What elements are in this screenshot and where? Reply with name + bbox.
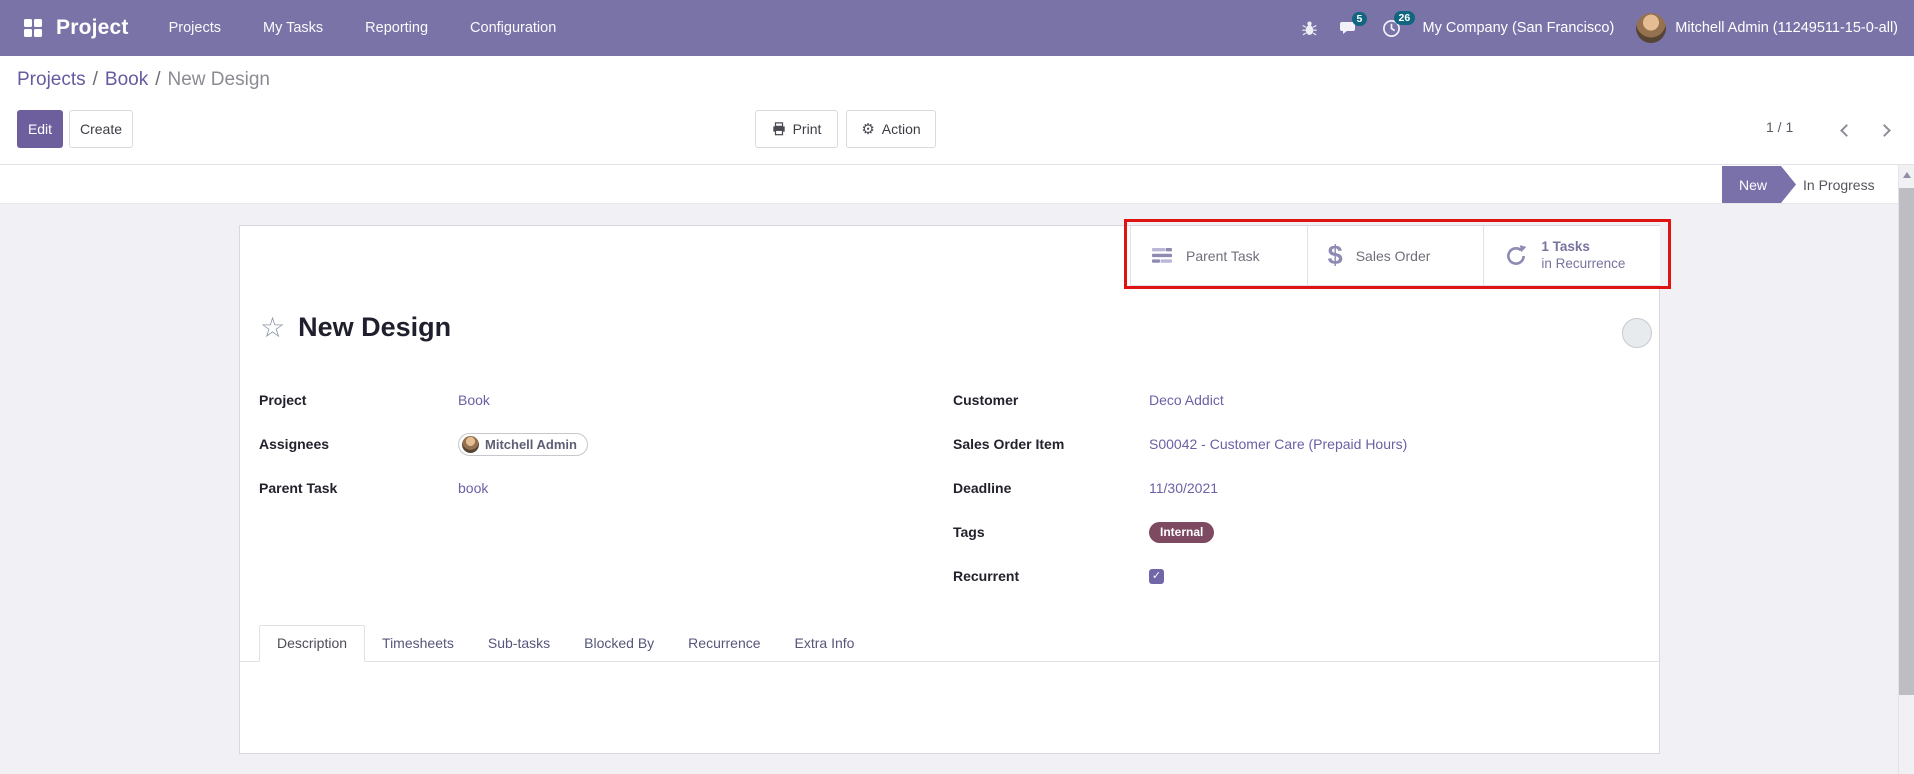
favorite-star-icon[interactable]: ☆	[260, 313, 285, 342]
tab-content-empty	[240, 662, 1659, 752]
app-brand[interactable]: Project	[56, 16, 129, 40]
field-recurrent: Recurrent ✓	[953, 554, 1643, 598]
edit-button[interactable]: Edit	[17, 110, 63, 148]
vertical-scrollbar[interactable]	[1898, 165, 1914, 774]
printer-icon	[772, 122, 786, 136]
pager-next-button[interactable]	[1872, 118, 1896, 142]
apps-grid-icon[interactable]	[24, 19, 42, 37]
breadcrumb-link-projects[interactable]: Projects	[17, 69, 86, 90]
field-assignees: Assignees Mitchell Admin	[259, 422, 909, 466]
messages-badge: 5	[1351, 11, 1368, 26]
scroll-up-icon	[1903, 172, 1911, 178]
user-menu[interactable]: Mitchell Admin (11249511-15-0-all)	[1636, 13, 1898, 43]
tab-extra-info[interactable]: Extra Info	[778, 626, 872, 661]
print-button[interactable]: Print	[755, 110, 838, 148]
chevron-left-icon	[1839, 123, 1853, 137]
messages-icon[interactable]: 5	[1339, 11, 1368, 37]
form-sheet: Parent Task $ Sales Order 1 Tasks in Rec…	[239, 225, 1660, 754]
tag-internal: Internal	[1149, 521, 1215, 543]
menu-reporting[interactable]: Reporting	[365, 20, 428, 36]
tab-recurrence[interactable]: Recurrence	[671, 626, 777, 661]
stage-in-progress[interactable]: In Progress	[1803, 166, 1875, 203]
main-menu: Projects My Tasks Reporting Configuratio…	[169, 20, 557, 36]
assignee-avatar	[462, 435, 479, 453]
dollar-icon: $	[1327, 240, 1343, 270]
parent-task-link[interactable]: book	[458, 480, 488, 496]
smart-button-recurrence[interactable]: 1 Tasks in Recurrence	[1484, 226, 1660, 285]
gear-icon: ⚙	[861, 120, 875, 138]
smart-button-box: Parent Task $ Sales Order 1 Tasks in Rec…	[1130, 226, 1660, 286]
menu-my-tasks[interactable]: My Tasks	[263, 20, 323, 36]
checkmark-icon: ✓	[1151, 569, 1162, 582]
field-group-right: Customer Deco Addict Sales Order Item S0…	[953, 378, 1643, 598]
user-name: Mitchell Admin (11249511-15-0-all)	[1675, 20, 1898, 36]
kanban-state-circle[interactable]	[1622, 318, 1652, 348]
debug-bug-icon[interactable]	[1301, 20, 1318, 37]
tab-description[interactable]: Description	[259, 625, 366, 662]
assignee-tag[interactable]: Mitchell Admin	[458, 432, 588, 456]
field-project: Project Book	[259, 392, 490, 408]
field-deadline: Deadline 11/30/2021	[953, 480, 1219, 496]
breadcrumb: Projects / Book / New Design	[17, 69, 270, 90]
field-group-left: Project Book Assignees Mitchell Admin Pa…	[259, 378, 909, 510]
tab-sub-tasks[interactable]: Sub-tasks	[471, 626, 567, 661]
company-switcher[interactable]: My Company (San Francisco)	[1423, 20, 1615, 36]
field-customer: Customer Deco Addict	[953, 392, 1224, 408]
pager-count[interactable]: 1 / 1	[1766, 119, 1793, 135]
breadcrumb-current: New Design	[167, 69, 270, 90]
recurrent-checkbox[interactable]: ✓	[1149, 568, 1164, 584]
refresh-icon	[1504, 244, 1528, 268]
page-title: New Design	[298, 312, 452, 342]
menu-projects[interactable]: Projects	[169, 20, 221, 36]
statusbar: New In Progress	[0, 165, 1898, 204]
field-parent-task: Parent Task book	[259, 480, 489, 496]
project-link[interactable]: Book	[458, 392, 490, 408]
tab-timesheets[interactable]: Timesheets	[365, 626, 471, 661]
notebook-tabs: Description Timesheets Sub-tasks Blocked…	[240, 624, 1659, 752]
breadcrumb-link-book[interactable]: Book	[105, 69, 148, 90]
top-navbar: Project Projects My Tasks Reporting Conf…	[0, 0, 1914, 56]
chevron-right-icon	[1877, 123, 1891, 137]
action-button[interactable]: ⚙ Action	[846, 110, 936, 148]
deadline-value: 11/30/2021	[1149, 480, 1219, 496]
sales-order-item-link[interactable]: S00042 - Customer Care (Prepaid Hours)	[1149, 436, 1407, 452]
activities-badge: 26	[1393, 10, 1416, 25]
smart-button-parent-task[interactable]: Parent Task	[1131, 226, 1308, 285]
pager-previous-button[interactable]	[1834, 118, 1858, 142]
tab-blocked-by[interactable]: Blocked By	[567, 626, 671, 661]
stage-new[interactable]: New	[1722, 166, 1796, 203]
control-panel: Projects / Book / New Design Edit Create Pri…	[0, 56, 1914, 165]
field-sales-order-item: Sales Order Item S00042 - Customer Care …	[953, 436, 1408, 452]
scroll-up-button[interactable]	[1899, 168, 1914, 182]
smart-button-sales-order[interactable]: $ Sales Order	[1308, 226, 1485, 285]
menu-configuration[interactable]: Configuration	[470, 20, 556, 36]
user-avatar	[1636, 13, 1667, 43]
customer-link[interactable]: Deco Addict	[1149, 392, 1224, 408]
activities-clock-icon[interactable]: 26	[1382, 10, 1416, 38]
scrollbar-thumb[interactable]	[1899, 188, 1914, 695]
field-tags: Tags Internal	[953, 510, 1643, 554]
create-button[interactable]: Create	[69, 110, 133, 148]
tasks-icon	[1151, 247, 1173, 264]
